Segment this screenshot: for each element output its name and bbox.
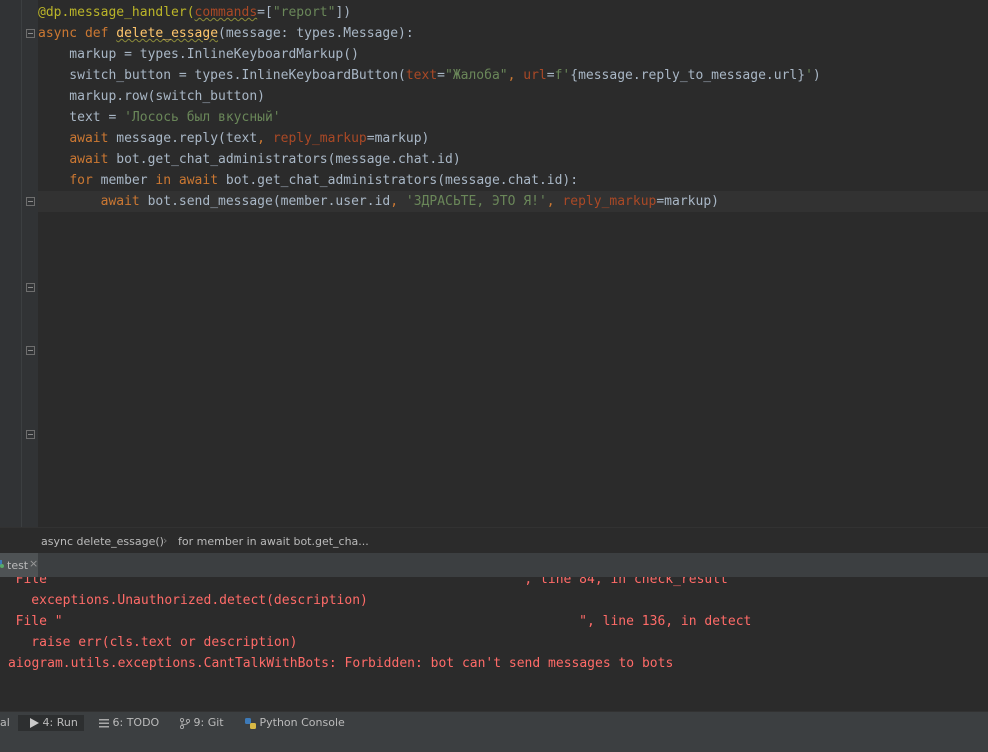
code-token: text <box>405 68 438 83</box>
run-tab-label: test <box>7 559 29 572</box>
code-line[interactable]: markup.row(switch_button) <box>38 86 988 107</box>
console-line: exceptions.Unauthorized.detect(descripti… <box>0 593 368 608</box>
run-toolwindow-header: test × <box>0 553 988 578</box>
tab-terminal[interactable]: al <box>0 715 10 731</box>
console-line: aiogram.utils.exceptions.CantTalkWithBot… <box>8 656 674 671</box>
breadcrumb-separator: › <box>163 534 168 547</box>
code-token: message.reply(text <box>116 131 258 146</box>
console-line: File " ", line 136, in detect <box>0 614 752 629</box>
code-line[interactable]: await bot.get_chat_administrators(messag… <box>38 149 988 170</box>
code-token: , <box>546 194 563 209</box>
code-token: delete_essage <box>116 26 219 41</box>
breadcrumb-loop[interactable]: for member in await bot.get_cha... <box>178 535 369 548</box>
breadcrumb-function[interactable]: async delete_essage() <box>41 535 164 548</box>
editor-gutter[interactable] <box>0 0 38 527</box>
code-token: =markup) <box>656 194 719 209</box>
code-token: , <box>257 131 273 146</box>
code-token: = <box>546 68 555 83</box>
code-token: @dp.message_handler( <box>38 5 195 20</box>
code-line[interactable]: await bot.send_message(member.user.id, '… <box>38 191 988 212</box>
tab-git[interactable]: 9: Git <box>180 715 224 731</box>
code-token: async <box>38 26 85 41</box>
python-console-tab-text: Python Console <box>259 716 345 729</box>
gutter-divider <box>21 0 22 527</box>
code-token: =[ <box>257 5 273 20</box>
todo-tab-text: 6: TODO <box>112 716 160 729</box>
code-token: markup = types.InlineKeyboardMarkup() <box>38 47 359 62</box>
code-token: bot.get_chat_administrators(message.chat… <box>225 173 579 188</box>
code-token: reply_markup <box>562 194 657 209</box>
fold-icon[interactable] <box>26 430 35 439</box>
code-token: "Жалоба" <box>445 68 508 83</box>
code-token: , <box>507 68 524 83</box>
python-run-icon <box>0 560 4 568</box>
fold-icon[interactable] <box>26 197 35 206</box>
code-lines[interactable]: @dp.message_handler(commands=["report"])… <box>38 2 988 212</box>
code-token: ]) <box>335 5 352 20</box>
code-token: def <box>84 26 117 41</box>
code-line[interactable]: text = 'Лосось был вкусный' <box>38 107 988 128</box>
play-icon <box>30 718 39 728</box>
code-token: await <box>69 131 117 146</box>
code-token: =markup) <box>366 131 430 146</box>
console-line: File " ", line 84, in check_result <box>0 577 728 587</box>
code-line[interactable]: switch_button = types.InlineKeyboardButt… <box>38 65 988 86</box>
run-tab-text: 4: Run <box>42 716 78 729</box>
code-token: = <box>437 68 445 83</box>
code-token: switch_button = types.InlineKeyboardButt… <box>38 68 406 83</box>
breadcrumb: async delete_essage() › for member in aw… <box>0 527 988 554</box>
tab-run[interactable]: 4: Run <box>18 715 84 731</box>
fold-icon[interactable] <box>26 29 35 38</box>
close-icon[interactable]: × <box>29 557 38 570</box>
code-token: , <box>390 194 406 209</box>
code-token: "report" <box>272 5 336 20</box>
code-token: text = <box>38 110 125 125</box>
code-token: await <box>100 194 148 209</box>
tool-window-bar: al 4: Run 6: TODO 9: Git Python Console <box>0 711 988 732</box>
code-token: ' <box>805 68 813 83</box>
code-line[interactable]: @dp.message_handler(commands=["report"]) <box>38 2 988 23</box>
code-token: commands <box>194 5 258 20</box>
code-token: {message.reply_to_message.url} <box>570 68 806 83</box>
tab-python-console[interactable]: Python Console <box>245 715 345 731</box>
code-line[interactable]: markup = types.InlineKeyboardMarkup() <box>38 44 988 65</box>
fold-icon[interactable] <box>26 283 35 292</box>
code-token: bot.get_chat_administrators(message.chat… <box>116 152 461 167</box>
code-token: reply_markup <box>272 131 367 146</box>
code-token: await <box>69 152 117 167</box>
code-line[interactable]: await message.reply(text, reply_markup=m… <box>38 128 988 149</box>
status-bar <box>0 731 988 752</box>
code-token: member <box>100 173 156 188</box>
tab-todo[interactable]: 6: TODO <box>99 715 159 731</box>
python-icon <box>245 717 256 729</box>
git-tab-text: 9: Git <box>193 716 224 729</box>
code-token: for <box>69 173 101 188</box>
code-token: bot.send_message(member.user.id <box>147 194 391 209</box>
console-line: raise err(cls.text or description) <box>0 635 298 650</box>
terminal-tab-label: al <box>0 716 10 729</box>
run-console-output[interactable]: File " ", line 84, in check_result excep… <box>0 577 988 711</box>
code-token: f' <box>554 68 571 83</box>
code-token: markup.row(switch_button) <box>38 89 265 104</box>
git-branch-icon <box>180 717 190 729</box>
code-token: 'Лосось был вкусный' <box>124 110 281 125</box>
list-icon <box>99 719 109 728</box>
code-token: url <box>523 68 547 83</box>
tab-run-test[interactable]: test × <box>0 553 38 577</box>
code-line[interactable]: async def delete_essage(message: types.M… <box>38 23 988 44</box>
code-token: in await <box>155 173 226 188</box>
code-token: (message: types.Message): <box>218 26 414 41</box>
code-editor[interactable]: @dp.message_handler(commands=["report"])… <box>0 0 988 527</box>
code-line[interactable]: for member in await bot.get_chat_adminis… <box>38 170 988 191</box>
code-token: 'ЗДРАСЬТЕ, ЭТО Я!' <box>405 194 547 209</box>
code-token: ) <box>812 68 821 83</box>
fold-icon[interactable] <box>26 346 35 355</box>
